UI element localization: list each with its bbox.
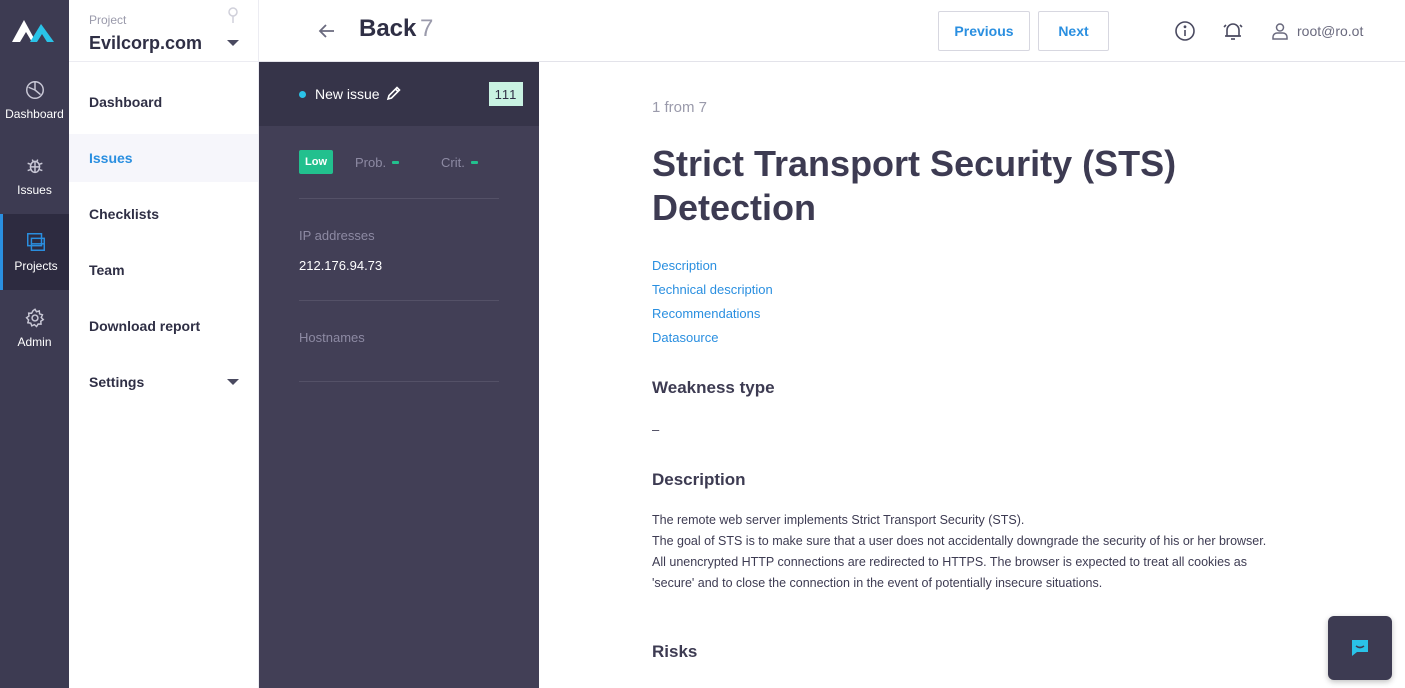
- toc-link-datasource[interactable]: Datasource: [652, 330, 718, 345]
- main-rail: Dashboard Issues Projects Admin: [0, 0, 69, 688]
- issue-counter: 1 from 7: [652, 99, 708, 116]
- rail-item-admin[interactable]: Admin: [0, 290, 69, 366]
- issue-panel-header: New issue 111: [259, 62, 539, 126]
- chat-icon: [1352, 640, 1368, 656]
- dashboard-icon: [25, 81, 44, 99]
- ip-address-value[interactable]: 212.176.94.73: [299, 258, 382, 273]
- project-name: Evilcorp.com: [89, 33, 203, 53]
- rail-item-label: Dashboard: [5, 107, 64, 121]
- severity-badge: Low: [299, 150, 333, 174]
- previous-button[interactable]: Previous: [938, 11, 1030, 51]
- status-dot: [299, 91, 306, 98]
- ip-addresses-label: IP addresses: [299, 228, 375, 243]
- probability-indicator: [392, 161, 399, 164]
- description-paragraph: The goal of STS is to make sure that a u…: [652, 534, 1267, 548]
- bell-icon[interactable]: [1222, 20, 1244, 42]
- user-icon: [1272, 23, 1288, 40]
- nav-item-team[interactable]: Team: [69, 246, 258, 294]
- criticality-label: Crit.: [441, 155, 465, 170]
- probability-label: Prob.: [355, 155, 387, 170]
- gear-icon: [24, 308, 44, 328]
- user-menu[interactable]: root@ro.ot: [1297, 23, 1363, 39]
- hostnames-label: Hostnames: [299, 330, 365, 345]
- rail-item-dashboard[interactable]: Dashboard: [0, 62, 69, 138]
- nav-item-label: Settings: [89, 374, 145, 390]
- app-logo[interactable]: [10, 14, 58, 46]
- issue-title: Strict Transport Security (STS) Detectio…: [652, 143, 1177, 228]
- projects-icon: [27, 233, 45, 251]
- description-heading: Description: [652, 470, 746, 489]
- info-icon[interactable]: [1174, 20, 1196, 42]
- project-sidebar: Project Evilcorp.com Dashboard Issues Ch…: [69, 0, 259, 688]
- issue-id-badge: 111: [489, 82, 523, 106]
- divider: [299, 381, 499, 382]
- back-count: 7: [420, 15, 434, 42]
- divider: [299, 198, 499, 199]
- bug-icon: [26, 159, 43, 174]
- nav-item-dashboard[interactable]: Dashboard: [69, 78, 258, 126]
- risks-heading: Risks: [652, 642, 698, 661]
- issue-name: New issue: [315, 86, 380, 102]
- divider: [299, 300, 499, 301]
- rail-item-issues[interactable]: Issues: [0, 138, 69, 214]
- criticality-indicator: [471, 161, 478, 164]
- issue-detail: 1 from 7 Strict Transport Security (STS)…: [539, 62, 1405, 688]
- toc-link-technical-description[interactable]: Technical description: [652, 282, 773, 297]
- toc-link-recommendations[interactable]: Recommendations: [652, 306, 760, 321]
- caret-down-icon: [227, 40, 239, 46]
- toc-link-description[interactable]: Description: [652, 258, 717, 273]
- project-label: Project: [89, 13, 127, 27]
- pencil-icon[interactable]: [386, 85, 402, 101]
- weakness-type-heading: Weakness type: [652, 378, 775, 397]
- rail-item-label: Issues: [17, 183, 52, 197]
- nav-item-checklists[interactable]: Checklists: [69, 190, 258, 238]
- weakness-type-value: –: [652, 422, 660, 437]
- next-button[interactable]: Next: [1038, 11, 1109, 51]
- back-arrow-icon[interactable]: [317, 21, 337, 41]
- issue-panel: New issue 111 Low Prob. Crit. IP address…: [259, 62, 539, 688]
- rail-item-projects[interactable]: Projects: [0, 214, 69, 290]
- nav-item-download-report[interactable]: Download report: [69, 302, 258, 350]
- rail-item-label: Admin: [17, 335, 52, 349]
- nav-item-settings[interactable]: Settings: [69, 358, 258, 406]
- description-paragraph: The remote web server implements Strict …: [652, 513, 1025, 527]
- chat-button[interactable]: [1328, 616, 1392, 680]
- rail-item-label: Projects: [14, 259, 58, 273]
- top-header: Back 7 Previous Next root@ro.ot: [259, 0, 1405, 62]
- description-body: The remote web server implements Strict …: [652, 510, 1292, 594]
- nav-item-issues[interactable]: Issues: [69, 134, 258, 182]
- caret-down-icon: [227, 379, 239, 385]
- description-paragraph: All unencrypted HTTP connections are red…: [652, 555, 1247, 590]
- project-selector[interactable]: Project Evilcorp.com: [69, 0, 258, 62]
- back-title[interactable]: Back: [359, 15, 416, 43]
- pin-icon[interactable]: [226, 6, 240, 24]
